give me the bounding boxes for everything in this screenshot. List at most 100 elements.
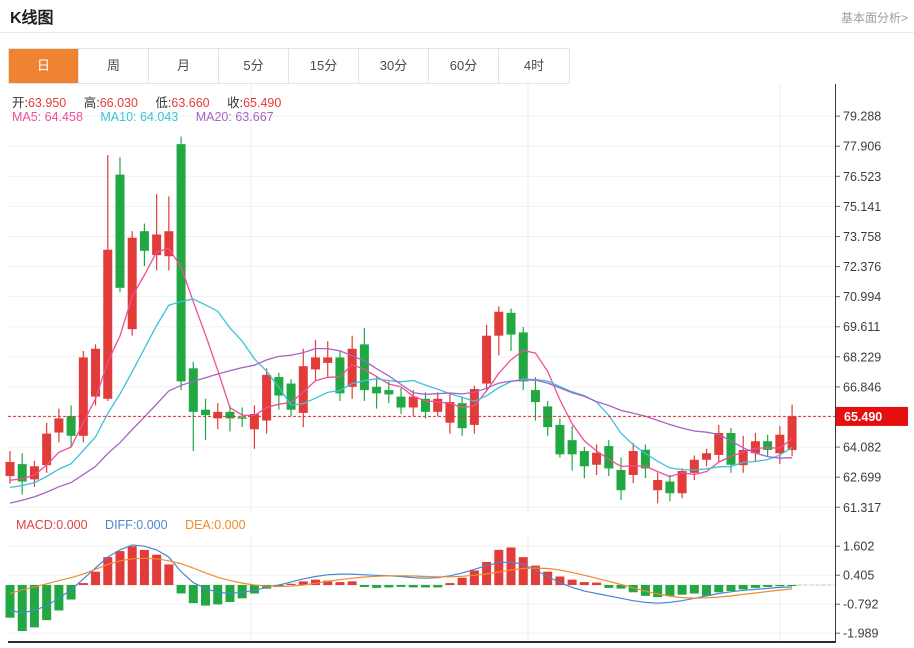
macd-bar [91,572,100,585]
tab-m15[interactable]: 15分 [289,49,359,83]
macd-bar [494,550,503,585]
y-axis-label: 68.229 [843,350,881,364]
macd-bar [751,585,760,588]
macd-bar [507,547,516,585]
tab-month[interactable]: 月 [149,49,219,83]
candlestick-series [6,137,797,504]
candle-body [189,368,198,412]
candle-body [287,384,296,410]
candle-body [763,441,772,450]
open-label: 开: [12,96,28,110]
close-value: 65.490 [243,96,281,110]
open-value: 63.950 [28,96,66,110]
candle-body [103,250,112,399]
macd-bar [653,585,662,597]
macd-axis-label: -0.792 [843,598,878,612]
macd-bar [763,585,772,587]
candle-body [482,336,491,384]
macd-axis-label: -1.989 [843,627,878,641]
macd-bar [189,585,198,603]
dea-value: 0.000 [214,518,245,532]
macd-bar [775,585,784,586]
candle-body [592,453,601,465]
candle-body [507,313,516,335]
candle-body [6,462,15,476]
candle-body [788,416,797,450]
macd-bar [128,546,137,585]
macd-bar [690,585,699,593]
diff-value: 0.000 [136,518,167,532]
tab-week[interactable]: 周 [79,49,149,83]
tab-m30[interactable]: 30分 [359,49,429,83]
macd-axis-label: 0.405 [843,569,874,583]
y-axis-label: 69.611 [843,320,880,334]
macd-bar [678,585,687,595]
macd-bar [335,582,344,585]
ma20-value: 63.667 [235,110,273,124]
candle-body [42,434,51,466]
macd-label: MACD: [16,518,56,532]
ma5-value: 64.458 [45,110,83,124]
y-axis-label: 61.317 [843,501,881,512]
macd-bar [433,585,442,587]
dea-label: DEA: [185,518,214,532]
candle-body [140,231,149,251]
macd-bar [592,583,601,585]
candle-body [555,425,564,454]
candle-body [238,417,247,418]
macd-bar [580,582,589,585]
main-candle-chart[interactable]: 79.28877.90676.52375.14173.75872.37670.9… [0,84,914,512]
macd-bar [6,585,15,618]
macd-bar [177,585,186,593]
macd-bar [409,585,418,587]
candle-body [115,175,124,288]
candle-body [665,482,674,494]
tab-m60[interactable]: 60分 [429,49,499,83]
candle-body [201,410,210,415]
tab-day[interactable]: 日 [9,49,79,83]
ma10-label: MA10: [100,110,136,124]
macd-bar [604,585,613,588]
macd-row: MACD:0.000 DIFF:0.000 DEA:0.000 [16,518,246,532]
macd-axis-label: 1.602 [843,540,874,554]
candle-body [494,312,503,336]
price-badge-value: 65.490 [844,410,882,424]
low-label: 低: [155,96,171,110]
candle-body [372,387,381,394]
macd-bar [18,585,27,631]
tab-m5[interactable]: 5分 [219,49,289,83]
macd-bar [665,585,674,596]
candle-body [702,453,711,460]
y-axis-label: 76.523 [843,170,881,184]
low-value: 63.660 [171,96,209,110]
candle-body [225,412,234,419]
high-label: 高: [84,96,100,110]
candle-body [568,440,577,454]
candle-body [519,332,528,381]
diff-label: DIFF: [105,518,136,532]
dea-line [10,558,792,598]
candle-body [690,460,699,473]
macd-histogram [6,546,797,631]
candle-body [433,399,442,412]
candle-body [262,375,271,421]
y-axis-label: 77.906 [843,140,881,154]
fundamental-analysis-link[interactable]: 基本面分析> [841,9,908,26]
macd-bar [470,570,479,585]
candle-body [360,344,369,390]
header-divider [0,32,914,33]
candle-body [323,357,332,362]
y-axis-label: 72.376 [843,260,881,274]
ohlc-row: 开:63.950 高:66.030 低:63.660 收:65.490 [12,92,281,111]
tab-h4[interactable]: 4时 [499,49,569,83]
y-axis-label: 66.846 [843,380,881,394]
macd-bar [164,564,173,585]
y-axis-label: 73.758 [843,230,881,244]
ma20-label: MA20: [196,110,232,124]
macd-bar [140,550,149,585]
high-value: 66.030 [100,96,138,110]
macd-chart[interactable]: 1.602 0.405 -0.792 -1.989 [0,512,914,648]
macd-bar [79,583,88,585]
macd-bar [348,581,357,585]
y-axis-label: 79.288 [843,110,881,124]
